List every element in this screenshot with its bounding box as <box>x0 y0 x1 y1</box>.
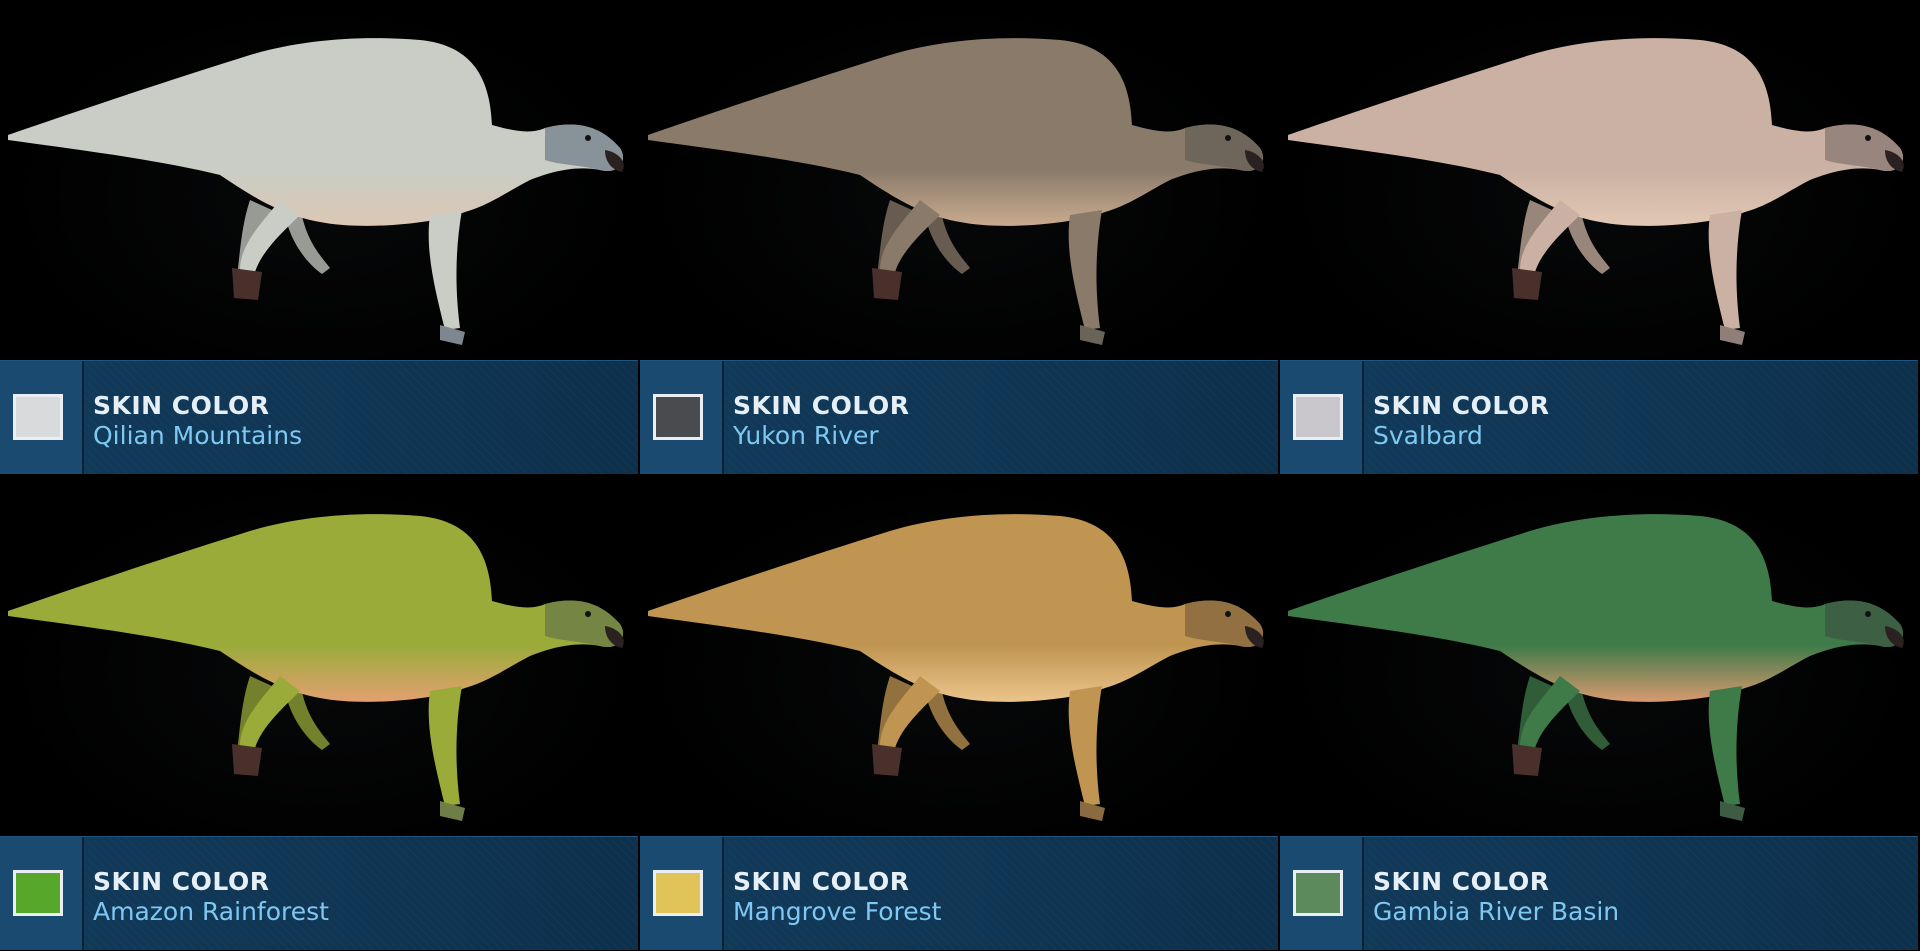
skin-color-title: SKIN COLOR <box>1373 867 1550 896</box>
dinosaur-eye <box>1865 611 1871 617</box>
skin-color-name: Yukon River <box>733 421 879 450</box>
skin-color-banner[interactable]: SKIN COLOR Gambia River Basin <box>1280 836 1918 950</box>
skin-color-banner[interactable]: SKIN COLOR Amazon Rainforest <box>0 836 638 950</box>
dinosaur-illustration <box>648 514 1264 821</box>
dinosaur-preview <box>1280 0 1920 360</box>
color-swatch <box>653 394 703 440</box>
hind-leg-near <box>1068 210 1102 330</box>
dinosaur-body <box>1288 38 1904 226</box>
dinosaur-eye <box>1225 611 1231 617</box>
swatch-container <box>640 837 724 950</box>
front-foot <box>232 744 262 776</box>
color-swatch <box>13 870 63 916</box>
dinosaur-preview <box>1280 476 1920 836</box>
color-swatch <box>1293 394 1343 440</box>
skin-color-title: SKIN COLOR <box>733 867 910 896</box>
hind-leg-near <box>1708 686 1742 806</box>
skin-color-title: SKIN COLOR <box>93 867 270 896</box>
dinosaur-preview <box>0 0 640 360</box>
skin-panel[interactable]: SKIN COLOR Amazon Rainforest <box>0 476 640 951</box>
dinosaur-preview <box>0 476 640 836</box>
front-foot <box>1512 744 1542 776</box>
dinosaur-body <box>648 514 1264 702</box>
color-swatch <box>653 870 703 916</box>
skin-color-name: Mangrove Forest <box>733 897 942 926</box>
dinosaur-eye <box>1865 135 1871 141</box>
skin-color-title: SKIN COLOR <box>93 391 270 420</box>
skin-color-name: Svalbard <box>1373 421 1483 450</box>
color-swatch <box>13 394 63 440</box>
color-swatch <box>1293 870 1343 916</box>
dinosaur-preview <box>640 0 1280 360</box>
skin-color-name: Amazon Rainforest <box>93 897 329 926</box>
dinosaur-illustration <box>1288 514 1904 821</box>
dinosaur-body <box>8 514 624 702</box>
hind-leg-near <box>1708 210 1742 330</box>
skin-color-title: SKIN COLOR <box>1373 391 1550 420</box>
dinosaur-body <box>648 38 1264 226</box>
dinosaur-eye <box>585 135 591 141</box>
front-foot <box>232 268 262 300</box>
front-foot <box>872 744 902 776</box>
dinosaur-body <box>8 38 624 226</box>
hind-leg-near <box>428 686 462 806</box>
swatch-container <box>0 361 84 474</box>
dinosaur-illustration <box>8 514 624 821</box>
hind-leg-near <box>1068 686 1102 806</box>
swatch-container <box>1280 361 1364 474</box>
dinosaur-illustration <box>1288 38 1904 345</box>
dinosaur-eye <box>585 611 591 617</box>
swatch-container <box>640 361 724 474</box>
skin-color-title: SKIN COLOR <box>733 391 910 420</box>
swatch-container <box>0 837 84 950</box>
front-foot <box>1512 268 1542 300</box>
dinosaur-eye <box>1225 135 1231 141</box>
skin-panel[interactable]: SKIN COLOR Svalbard <box>1280 0 1920 476</box>
front-foot <box>872 268 902 300</box>
skin-color-banner[interactable]: SKIN COLOR Qilian Mountains <box>0 360 638 474</box>
dinosaur-preview <box>640 476 1280 836</box>
skin-color-name: Gambia River Basin <box>1373 897 1620 926</box>
skin-panel[interactable]: SKIN COLOR Qilian Mountains <box>0 0 640 476</box>
skin-panel[interactable]: SKIN COLOR Mangrove Forest <box>640 476 1280 951</box>
skin-color-name: Qilian Mountains <box>93 421 303 450</box>
skin-panel[interactable]: SKIN COLOR Yukon River <box>640 0 1280 476</box>
skin-color-banner[interactable]: SKIN COLOR Yukon River <box>640 360 1278 474</box>
hind-leg-near <box>428 210 462 330</box>
skin-color-banner[interactable]: SKIN COLOR Mangrove Forest <box>640 836 1278 950</box>
dinosaur-illustration <box>8 38 624 345</box>
dinosaur-illustration <box>648 38 1264 345</box>
swatch-container <box>1280 837 1364 950</box>
skin-color-banner[interactable]: SKIN COLOR Svalbard <box>1280 360 1918 474</box>
dinosaur-body <box>1288 514 1904 702</box>
skin-color-grid: SKIN COLOR Qilian Mountains SKIN COLOR Y… <box>0 0 1920 951</box>
skin-panel[interactable]: SKIN COLOR Gambia River Basin <box>1280 476 1920 951</box>
